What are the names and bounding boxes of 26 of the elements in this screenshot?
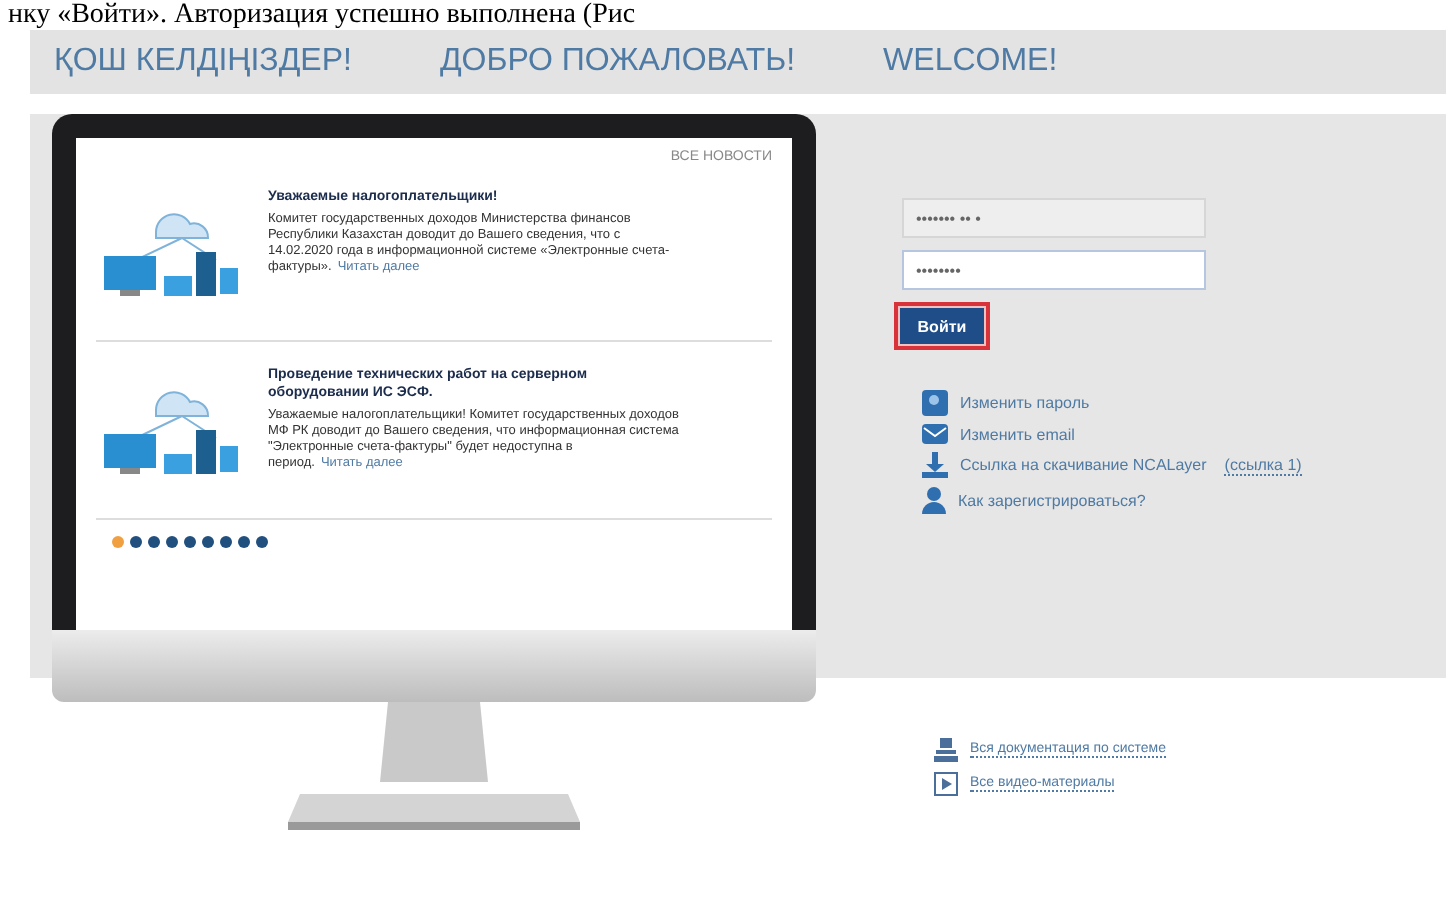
password-field[interactable]: •••••••• (902, 250, 1206, 290)
carousel-dot[interactable] (256, 536, 268, 548)
login-button[interactable]: Войти (894, 302, 990, 350)
link[interactable]: Изменить email (960, 425, 1075, 443)
greeting-text: WELCOME! (883, 44, 1058, 80)
carousel-dot[interactable] (238, 536, 250, 548)
envelope-icon (922, 424, 948, 444)
video-frame-icon (934, 772, 958, 796)
username-field[interactable]: ••••••• •• • (902, 198, 1206, 238)
carousel-dot[interactable] (148, 536, 160, 548)
link[interactable]: Изменить пароль (960, 394, 1090, 412)
carousel-dot[interactable] (220, 536, 232, 548)
document-stack-icon (934, 738, 958, 762)
carousel-dot[interactable] (166, 536, 178, 548)
link[interactable]: Ссылка на скачивание NCALayer (960, 456, 1207, 474)
document-text: нку «Войти». Авторизация успешно выполнена (Рис (6, 0, 638, 30)
carousel-dot[interactable] (130, 536, 142, 548)
greeting-text: ҚОШ КЕЛДІҢІЗДЕР! (54, 44, 352, 80)
user-icon (922, 486, 946, 514)
carousel-dot[interactable] (112, 536, 124, 548)
download-icon (922, 452, 948, 478)
link[interactable]: (ссылка 1) (1224, 455, 1302, 475)
carousel-dot[interactable] (184, 536, 196, 548)
link[interactable]: Как зарегистрироваться? (958, 491, 1146, 509)
carousel-dot[interactable] (202, 536, 214, 548)
greeting-text: ДОБРО ПОЖАЛОВАТЬ! (439, 44, 796, 80)
